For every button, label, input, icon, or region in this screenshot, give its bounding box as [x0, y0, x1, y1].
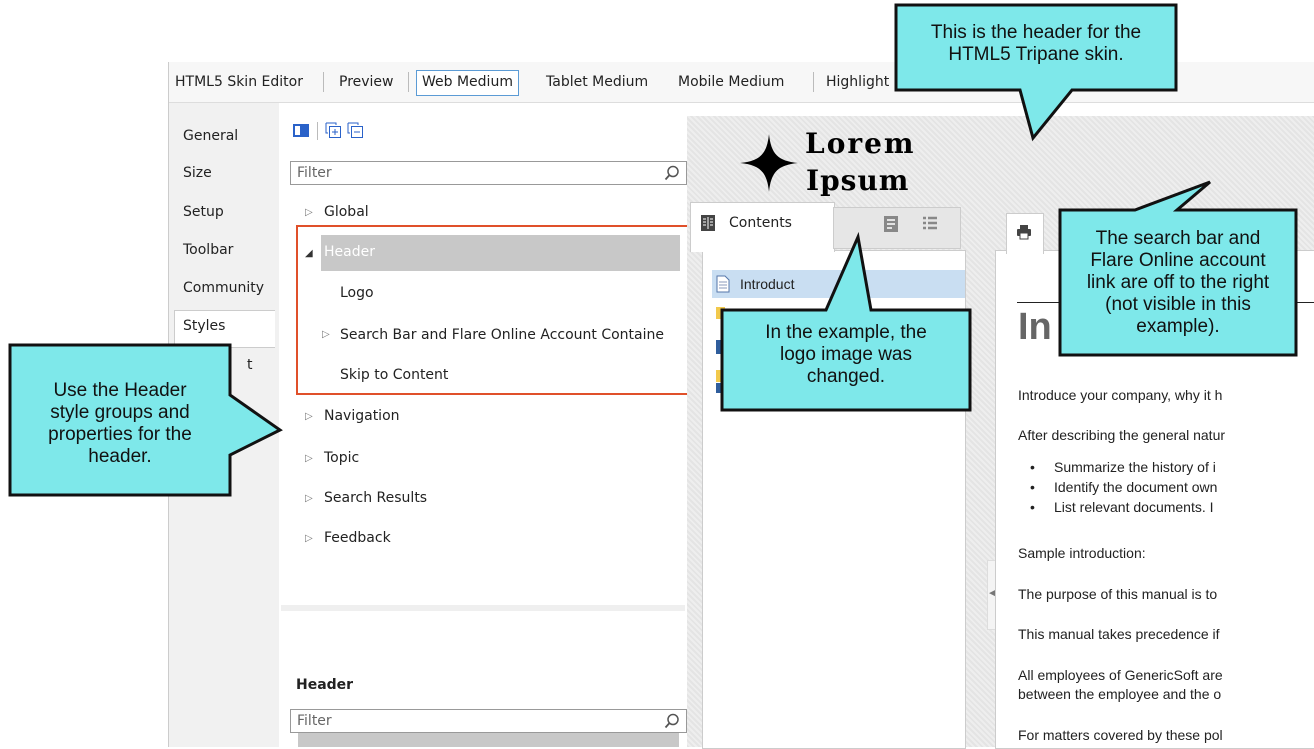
callout-header-text: This is the header for the HTML5 Tripane … [930, 22, 1142, 65]
callout-logo-text: In the example, the logo image was changed… [765, 322, 927, 387]
callout-left-text: Use the Header style groups and properties… [48, 380, 192, 467]
callout-layer [8, 3, 1298, 497]
callout-search-text: The search bar and Flare Online account li… [1086, 228, 1270, 337]
prop-row-height-bg[interactable] [298, 733, 679, 747]
